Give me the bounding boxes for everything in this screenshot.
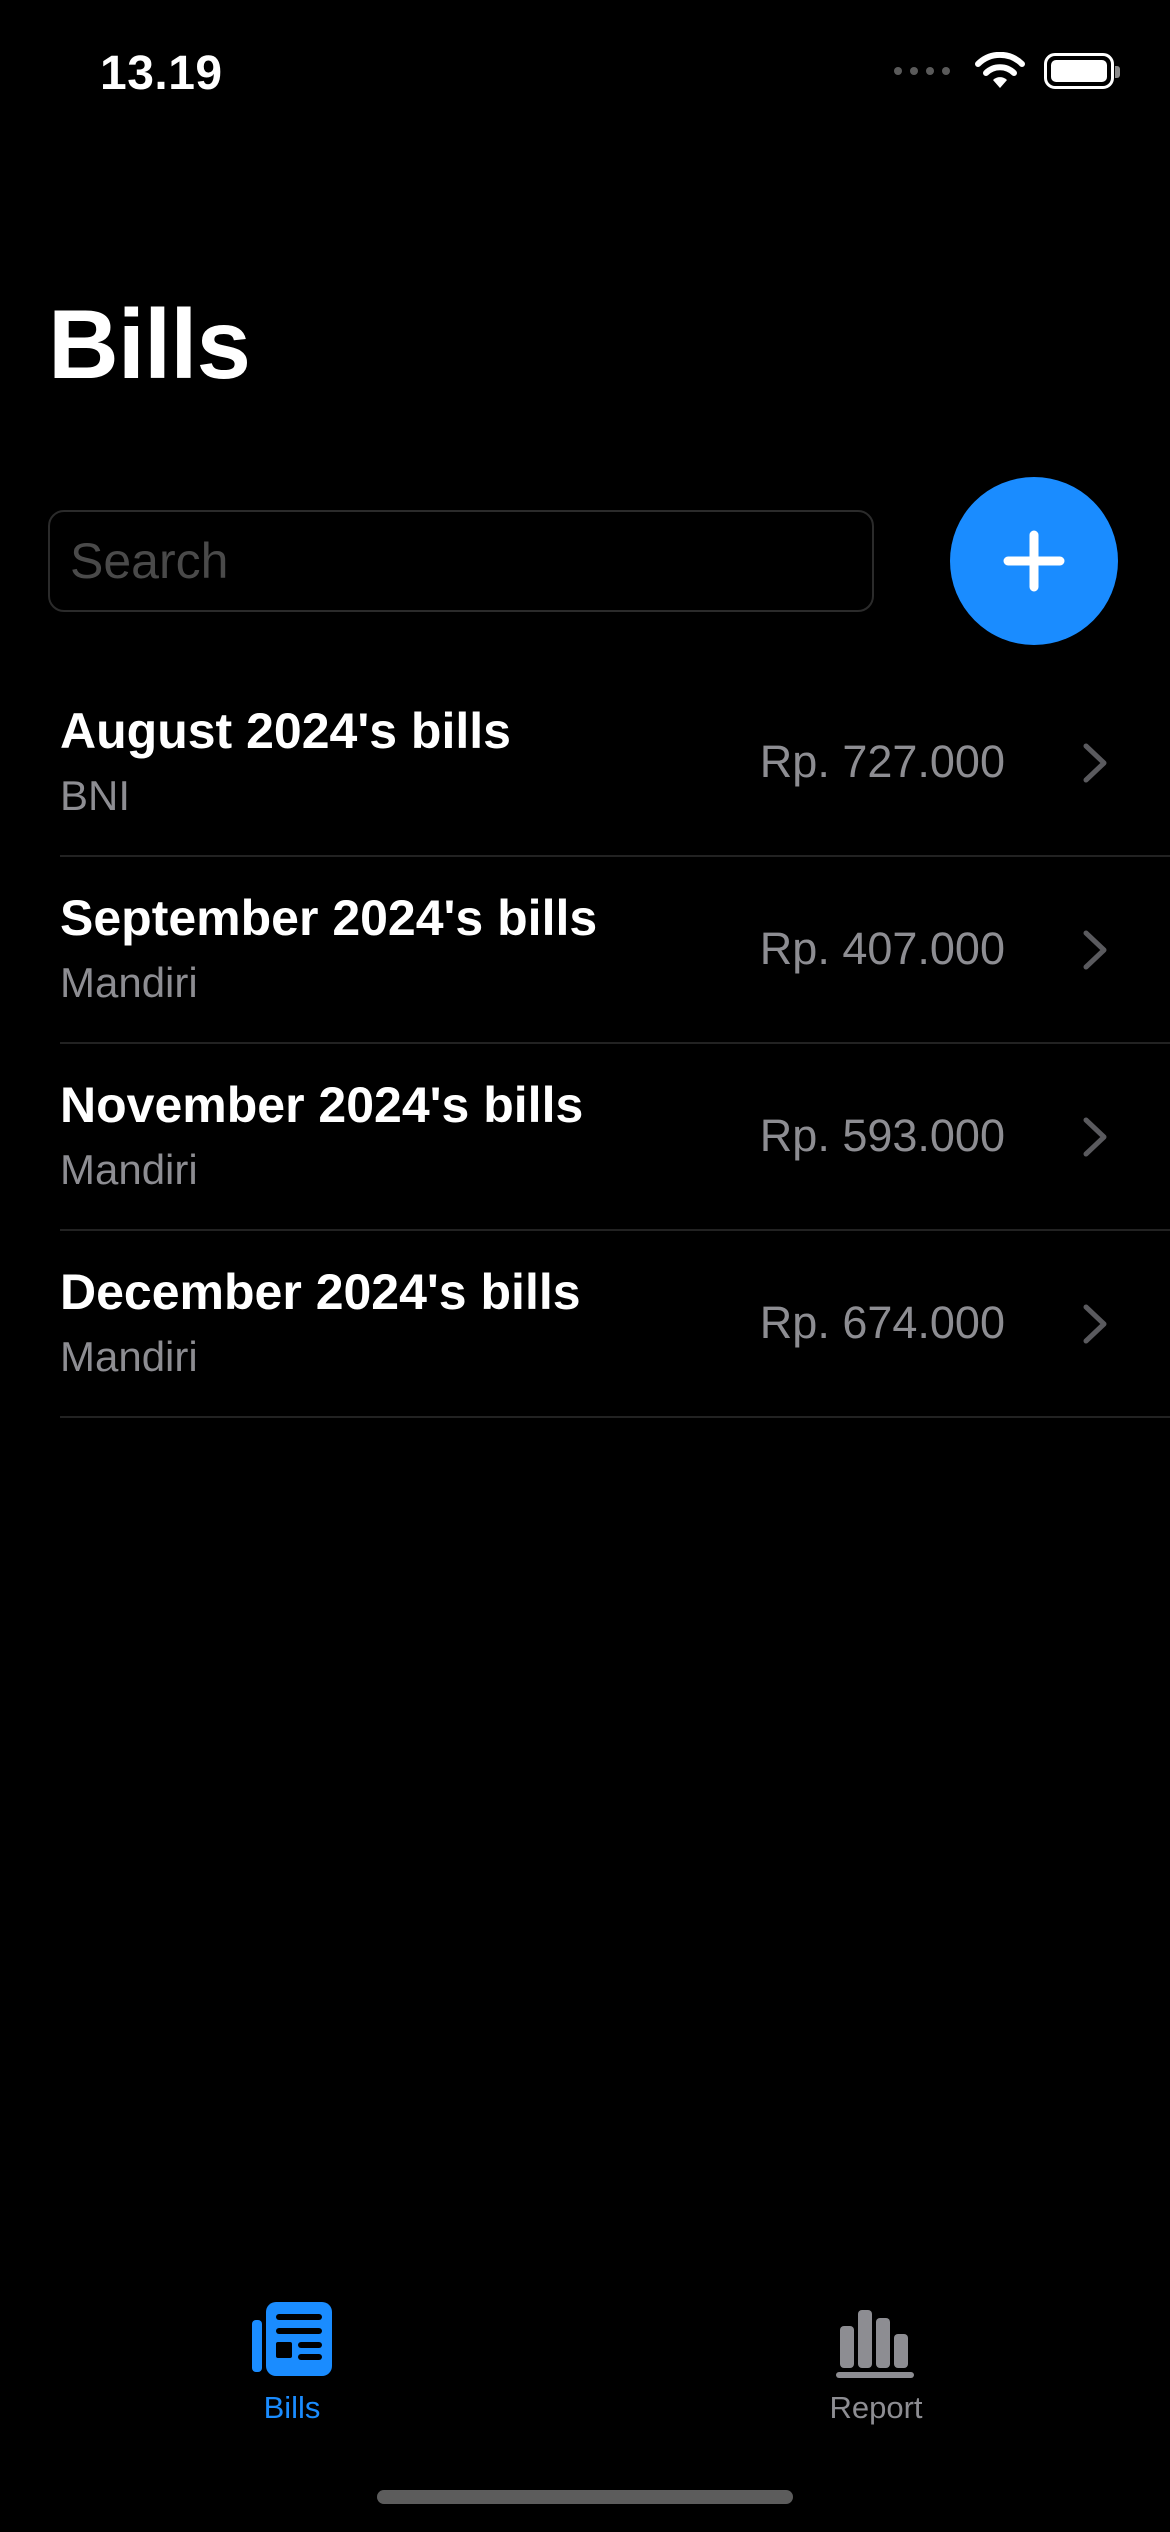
bill-row[interactable]: September 2024's bills Mandiri Rp. 407.0… xyxy=(0,857,1170,1044)
status-bar: 13.19 xyxy=(0,0,1170,150)
status-time: 13.19 xyxy=(100,47,223,100)
bills-screen: 13.19 Bills August 2024's bills xyxy=(0,0,1170,2532)
plus-icon xyxy=(1003,530,1065,592)
cellular-signal-icon xyxy=(894,67,950,75)
bill-bank: Mandiri xyxy=(60,1146,198,1193)
page-title: Bills xyxy=(48,289,251,399)
bill-title: December 2024's bills xyxy=(60,1264,581,1320)
bill-amount: Rp. 674.000 xyxy=(759,1297,1005,1348)
bill-list: August 2024's bills BNI Rp. 727.000 Sept… xyxy=(0,670,1170,1418)
bill-title: September 2024's bills xyxy=(60,890,598,946)
battery-icon xyxy=(1044,53,1120,89)
bill-amount: Rp. 593.000 xyxy=(759,1110,1005,1161)
chevron-right-icon xyxy=(1083,743,1107,783)
wifi-icon xyxy=(975,52,1025,88)
chevron-right-icon xyxy=(1083,1117,1107,1157)
bill-bank: BNI xyxy=(60,772,131,819)
tab-report[interactable]: Report xyxy=(746,2270,1006,2430)
tab-bar: Bills Report xyxy=(0,2270,1170,2450)
bills-list-icon xyxy=(252,2302,332,2376)
bill-row[interactable]: August 2024's bills BNI Rp. 727.000 xyxy=(0,670,1170,857)
bill-title: November 2024's bills xyxy=(60,1077,584,1133)
tab-label: Report xyxy=(829,2390,923,2425)
chevron-right-icon xyxy=(1083,930,1107,970)
chevron-right-icon xyxy=(1083,1304,1107,1344)
tab-label: Bills xyxy=(263,2390,321,2425)
bill-amount: Rp. 407.000 xyxy=(759,923,1005,974)
tab-bills[interactable]: Bills xyxy=(162,2270,422,2430)
search-input[interactable] xyxy=(48,510,874,612)
bill-row[interactable]: December 2024's bills Mandiri Rp. 674.00… xyxy=(0,1231,1170,1418)
bill-amount: Rp. 727.000 xyxy=(759,736,1005,787)
bill-row[interactable]: November 2024's bills Mandiri Rp. 593.00… xyxy=(0,1044,1170,1231)
status-icons xyxy=(894,52,1120,90)
add-bill-button[interactable] xyxy=(950,477,1118,645)
bill-bank: Mandiri xyxy=(60,959,198,1006)
bar-chart-icon xyxy=(836,2310,914,2378)
bill-bank: Mandiri xyxy=(60,1333,198,1380)
bill-title: August 2024's bills xyxy=(60,703,511,759)
row-divider xyxy=(60,1416,1170,1418)
home-indicator[interactable] xyxy=(377,2490,793,2504)
